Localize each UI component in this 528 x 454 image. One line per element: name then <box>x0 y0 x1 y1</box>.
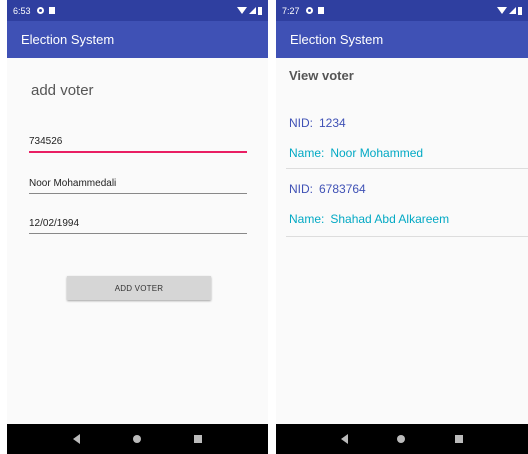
dob-input[interactable]: 12/02/1994 <box>29 218 247 234</box>
name-input[interactable]: Noor Mohammedali <box>29 178 247 194</box>
app-title: Election System <box>21 32 115 47</box>
status-time: 6:53 <box>13 5 31 16</box>
app-title: Election System <box>290 32 384 47</box>
nid-input[interactable]: 734526 <box>29 136 247 153</box>
list-content: View voter NID: 1234 Name: Noor Mohammed N… <box>276 58 528 424</box>
voter-name: Name: Shahad Abd Alkareem <box>289 212 449 226</box>
nid-label: NID: <box>289 182 313 196</box>
nav-recent-icon[interactable] <box>193 435 202 443</box>
gear-icon <box>305 7 313 14</box>
nid-label: NID: <box>289 116 313 130</box>
voter-nid: NID: 6783764 <box>289 182 366 196</box>
page-title: View voter <box>289 68 354 83</box>
nav-home-icon[interactable] <box>397 435 406 443</box>
voter-nid: NID: 1234 <box>289 116 346 130</box>
nid-value: 1234 <box>319 116 346 130</box>
battery-icon <box>518 6 522 15</box>
name-label: Name: <box>289 212 325 226</box>
status-bar: 7:27 <box>276 0 528 21</box>
app-bar: Election System <box>276 21 528 58</box>
status-bar: 6:53 <box>7 0 268 21</box>
signal-icon <box>509 7 516 14</box>
add-voter-screen: 6:53 Election System add voter 734526 No… <box>7 0 268 454</box>
add-voter-button[interactable]: ADD VOTER <box>67 276 211 300</box>
battery-icon <box>258 6 262 15</box>
name-value: Noor Mohammed <box>330 146 424 160</box>
signal-icon <box>249 7 256 14</box>
gear-icon <box>36 7 44 14</box>
sd-card-icon <box>317 7 324 14</box>
form-content: add voter 734526 Noor Mohammedali 12/02/… <box>7 58 268 424</box>
nav-back-icon[interactable] <box>340 434 348 444</box>
navigation-bar <box>276 424 528 454</box>
voter-name: Name: Noor Mohammed <box>289 146 423 160</box>
nav-home-icon[interactable] <box>132 435 141 443</box>
nid-value: 6783764 <box>319 182 366 196</box>
name-label: Name: <box>289 146 325 160</box>
status-time: 7:27 <box>282 5 300 16</box>
nav-recent-icon[interactable] <box>455 435 464 443</box>
nav-back-icon[interactable] <box>73 434 81 444</box>
sd-card-icon <box>48 7 55 14</box>
wifi-icon <box>237 7 247 14</box>
wifi-icon <box>497 7 507 14</box>
list-item[interactable]: NID: 6783764 Name: Shahad Abd Alkareem <box>286 182 528 237</box>
view-voter-screen: 7:27 Election System View voter NID: 1234… <box>276 0 528 454</box>
navigation-bar <box>7 424 268 454</box>
app-bar: Election System <box>7 21 268 58</box>
list-item[interactable]: NID: 1234 Name: Noor Mohammed <box>286 116 528 169</box>
name-value: Shahad Abd Alkareem <box>330 212 450 226</box>
page-title: add voter <box>31 82 94 99</box>
